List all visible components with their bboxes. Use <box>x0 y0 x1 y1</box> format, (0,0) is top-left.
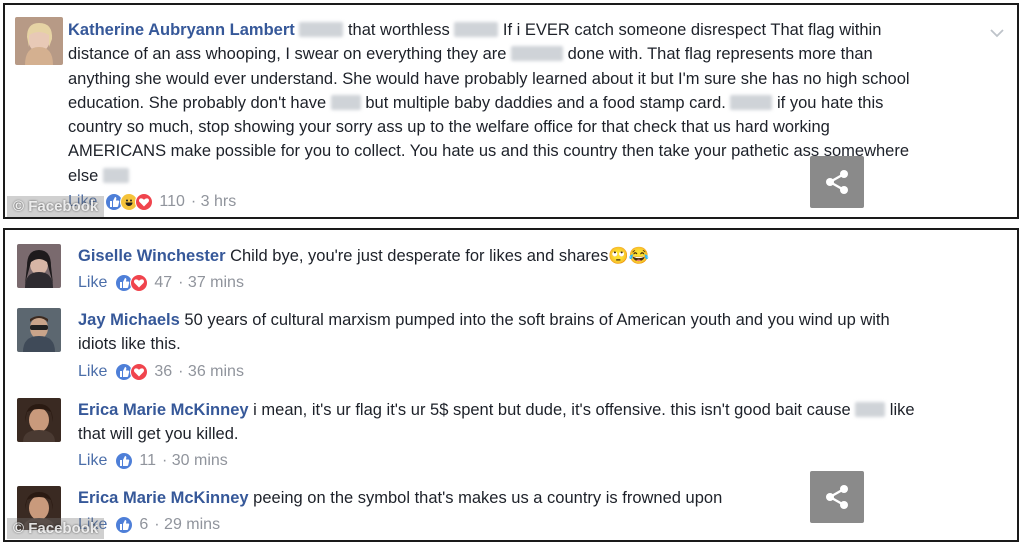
redacted-word <box>730 94 773 110</box>
like-reaction-icon <box>115 516 134 534</box>
author-name[interactable]: Erica Marie McKinney <box>78 489 249 507</box>
comment-body: Erica Marie McKinney peeing on the symbo… <box>78 486 722 510</box>
comment-line: distance of an ass whooping, I swear on … <box>68 42 1008 66</box>
redacted-word <box>299 22 344 37</box>
love-reaction-icon <box>130 363 149 381</box>
comment-line: country so much, stop showing your sorry… <box>68 115 1008 139</box>
like-reaction-icon <box>115 452 134 470</box>
reactions[interactable] <box>105 193 154 211</box>
comment-text: idiots like this. <box>78 335 181 354</box>
emoji-text: 🙄😂 <box>608 247 650 265</box>
comment-actions: Like 36 · 36 mins <box>78 363 244 381</box>
author-name[interactable]: Erica Marie McKinney <box>78 401 249 419</box>
comment-text: else <box>68 166 103 185</box>
comment-line: anything she would ever understand. She … <box>68 67 1008 91</box>
facebook-watermark: © Facebook <box>7 518 105 539</box>
comment-line: else <box>68 164 1008 188</box>
reactions[interactable] <box>115 516 134 534</box>
comment-line: education. She probably don't have but m… <box>68 91 1008 115</box>
share-icon <box>826 485 848 509</box>
facebook-watermark: © Facebook <box>7 196 105 217</box>
comment-text: like <box>885 401 915 419</box>
comment-body: Giselle Winchester Child bye, you're jus… <box>78 244 649 268</box>
comment-text: that worthless <box>343 21 455 39</box>
comment-line: AMERICANS make possible for you to colle… <box>68 139 1008 163</box>
share-button[interactable] <box>810 471 864 523</box>
comment-line: Erica Marie McKinney i mean, it's ur fla… <box>78 398 1008 422</box>
comment-text: if you hate this <box>772 93 884 112</box>
comment-text: anything she would ever understand. She … <box>68 69 910 88</box>
comment-text: peeing on the symbol that's makes us a c… <box>248 489 723 507</box>
comment-line: Katherine Aubryann Lambert that worthles… <box>68 18 1008 42</box>
share-button[interactable] <box>810 156 864 208</box>
author-name[interactable]: Giselle Winchester <box>78 247 226 265</box>
reaction-count[interactable]: 6 <box>139 516 148 534</box>
comment-actions: Like 11 · 30 mins <box>78 452 228 470</box>
avatar-jay[interactable] <box>17 308 61 352</box>
comment-text: i mean, it's ur flag it's ur 5$ spent bu… <box>248 401 856 419</box>
timestamp[interactable]: · 29 mins <box>154 516 220 534</box>
author-name[interactable]: Katherine Aubryann Lambert <box>68 21 295 39</box>
post-panel: Katherine Aubryann Lambert that worthles… <box>3 3 1019 219</box>
love-reaction-icon <box>130 274 149 292</box>
comment-text: that will get you killed. <box>78 425 239 444</box>
avatar-erica[interactable] <box>17 398 61 442</box>
comment-text: done with. That flag represents more tha… <box>563 45 873 64</box>
timestamp[interactable]: · 3 hrs <box>191 193 236 211</box>
like-link[interactable]: Like <box>78 363 107 381</box>
reaction-count[interactable]: 36 <box>154 363 172 381</box>
comment-text: distance of an ass whooping, I swear on … <box>68 45 512 64</box>
timestamp[interactable]: · 37 mins <box>178 274 244 292</box>
redacted-word <box>102 167 129 183</box>
redacted-word <box>330 94 361 110</box>
author-name[interactable]: Jay Michaels <box>78 311 180 329</box>
comment-text: country so much, stop showing your sorry… <box>68 118 830 137</box>
comment-text: AMERICANS make possible for you to colle… <box>68 142 910 161</box>
reaction-count[interactable]: 11 <box>139 452 156 470</box>
avatar-giselle[interactable] <box>17 244 61 288</box>
share-icon <box>826 170 848 194</box>
redacted-word <box>855 402 886 417</box>
chevron-down-icon[interactable] <box>989 25 1005 41</box>
redacted-word <box>511 46 564 62</box>
redacted-word <box>454 22 499 37</box>
comment-line: idiots like this. <box>78 332 1008 356</box>
comments-panel: Giselle Winchester Child bye, you're jus… <box>3 228 1019 542</box>
timestamp[interactable]: · 30 mins <box>162 452 228 470</box>
comment-text: If i EVER catch someone disrespect That … <box>498 21 882 39</box>
reactions[interactable] <box>115 452 134 470</box>
comment-text: 50 years of cultural marxism pumped into… <box>179 311 890 329</box>
comment-line: Jay Michaels 50 years of cultural marxis… <box>78 308 1008 332</box>
comment-text: education. She probably don't have <box>68 93 331 112</box>
comment-body: Jay Michaels 50 years of cultural marxis… <box>78 308 1008 357</box>
reactions[interactable] <box>115 363 149 381</box>
comment-text: Child bye, you're just desperate for lik… <box>225 247 609 265</box>
reaction-count[interactable]: 110 <box>159 193 185 211</box>
like-link[interactable]: Like <box>78 452 107 470</box>
avatar-katherine[interactable] <box>15 17 63 65</box>
timestamp[interactable]: · 36 mins <box>178 363 244 381</box>
like-link[interactable]: Like <box>78 274 107 292</box>
comment-text: but multiple baby daddies and a food sta… <box>360 93 731 112</box>
reaction-count[interactable]: 47 <box>154 274 172 292</box>
reactions[interactable] <box>115 274 149 292</box>
comment-body: Erica Marie McKinney i mean, it's ur fla… <box>78 398 1008 447</box>
love-reaction-icon <box>135 193 154 211</box>
comment-line: that will get you killed. <box>78 422 1008 446</box>
comment-body: Katherine Aubryann Lambert that worthles… <box>68 18 1008 188</box>
comment-actions: Like 47 · 37 mins <box>78 274 244 292</box>
